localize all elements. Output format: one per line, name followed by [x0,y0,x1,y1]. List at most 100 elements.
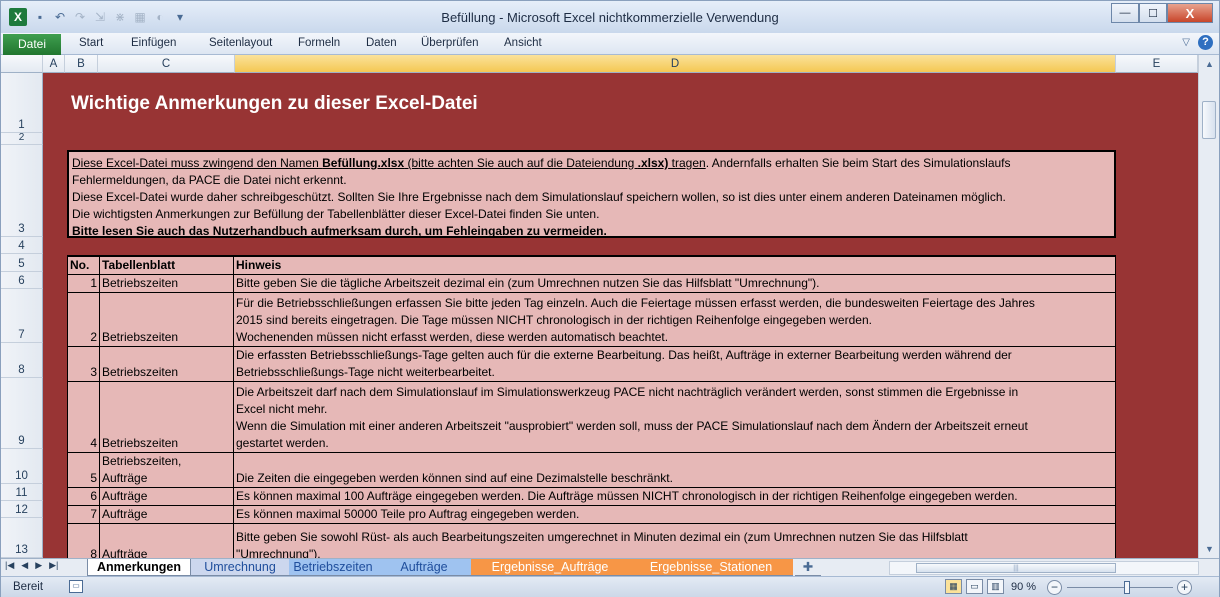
horizontal-scroll-thumb[interactable]: ||| [916,563,1116,573]
header-no[interactable]: No. [67,255,100,275]
select-all-corner[interactable] [1,55,43,73]
tab-einfuegen[interactable]: Einfügen [131,37,176,49]
maximize-button[interactable]: ☐ [1139,3,1167,23]
tab-seitenlayout[interactable]: Seitenlayout [209,37,272,49]
cell-sheet[interactable]: Betriebszeiten [99,292,234,347]
horizontal-scrollbar[interactable]: ||| [889,561,1199,575]
cell-hint[interactable]: Es können maximal 100 Aufträge eingegebe… [233,487,1116,506]
zoom-slider-track[interactable] [1067,587,1173,588]
cell-no[interactable]: 4 [67,381,100,453]
cell-hint[interactable]: Die erfassten Betriebsschließungs-Tage g… [233,346,1116,382]
cell-no[interactable]: 3 [67,346,100,382]
tab-ansicht[interactable]: Ansicht [504,37,542,49]
cell-no[interactable]: 1 [67,274,100,293]
row-header-5[interactable]: 5 [1,254,43,272]
tab-daten[interactable]: Daten [366,37,397,49]
sheet-tab-5[interactable]: Ergebnisse_Aufträge [471,559,629,576]
first-sheet-icon[interactable]: |◀ [5,560,14,571]
tab-start[interactable]: Start [79,37,103,49]
cell-sheet[interactable]: Betriebszeiten [99,381,234,453]
cell-hint[interactable]: Die Arbeitszeit darf nach dem Simulation… [233,381,1116,453]
sheet-tab-3[interactable]: Betriebszeiten [289,559,377,576]
ribbon-tabs: Datei Start Einfügen Seitenlayout Formel… [1,33,1219,55]
cell-hint[interactable]: Bitte geben Sie sowohl Rüst- als auch Be… [233,523,1116,558]
vertical-scrollbar[interactable]: ▲ ▼ [1198,55,1219,558]
column-header-a[interactable]: A [43,55,65,73]
row-header-4[interactable]: 4 [1,237,43,254]
table-row: 2 Betriebszeiten Für die Betriebsschließun… [67,292,1116,347]
cell-hint[interactable]: Bitte geben Sie die tägliche Arbeitszeit… [233,274,1116,293]
cell-hint-line: Die erfassten Betriebsschließungs-Tage g… [236,348,1012,362]
row-header-2[interactable]: 2 [1,132,43,145]
cell-no[interactable]: 6 [67,487,100,506]
minimize-button[interactable]: — [1111,3,1139,23]
column-header-c[interactable]: C [98,55,235,73]
cell-sheet-line: Betriebszeiten [102,436,179,450]
cell-hint[interactable]: Die Zeiten die eingegeben werden können … [233,452,1116,488]
cell-no[interactable]: 5 [67,452,100,488]
sheet-tab-4[interactable]: Aufträge [377,559,471,576]
row-header-13[interactable]: 13 [1,518,43,558]
cell-sheet[interactable]: Aufträge [99,487,234,506]
row-header-11[interactable]: 11 [1,484,43,501]
row-header-8[interactable]: 8 [1,343,43,378]
page-layout-view-icon[interactable]: ▭ [966,579,983,594]
row-header-10[interactable]: 10 [1,449,43,484]
sheet-tab-2[interactable]: Umrechnung [191,559,289,576]
cell-sheet[interactable]: Betriebszeiten [99,274,234,293]
header-hint[interactable]: Hinweis [233,255,1116,275]
close-button[interactable]: X [1167,3,1213,23]
zoom-out-icon[interactable]: − [1047,580,1062,595]
last-sheet-icon[interactable]: ▶| [49,560,58,571]
scroll-down-icon[interactable]: ▼ [1199,544,1219,554]
row-header-3[interactable]: 3 [1,145,43,237]
cell-hint[interactable]: Es können maximal 50000 Teile pro Auftra… [233,505,1116,524]
sheet-tab-1[interactable]: Anmerkungen [87,559,191,576]
cell-hint-line: Bitte geben Sie sowohl Rüst- als auch Be… [236,530,968,544]
cell-no[interactable]: 2 [67,292,100,347]
tab-formeln[interactable]: Formeln [298,37,340,49]
cell-sheet[interactable]: Betriebszeiten, Aufträge [99,452,234,488]
cell-sheet[interactable]: Aufträge [99,505,234,524]
minimize-ribbon-icon[interactable]: ▽ [1182,37,1190,48]
normal-view-icon[interactable]: ▦ [945,579,962,594]
column-header-b[interactable]: B [65,55,98,73]
cell-sheet[interactable]: Betriebszeiten [99,346,234,382]
sheet-area[interactable]: Wichtige Anmerkungen zu dieser Excel-Dat… [43,73,1198,558]
scroll-up-icon[interactable]: ▲ [1199,59,1219,69]
row-header-1[interactable]: 1 [1,73,43,133]
column-header-d[interactable]: D [235,55,1116,73]
cell-hint[interactable]: Für die Betriebsschließungen erfassen Si… [233,292,1116,347]
cell-hint-line: Betriebsschließungs-Tage nicht weiterbea… [236,365,495,379]
zoom-level[interactable]: 90 % [1011,581,1036,593]
file-tab[interactable]: Datei [3,34,61,55]
excel-window: X ▪ ↶ ↷ ⇲ ⋇ ▦ ◐ ▾ Befüllung - Microsoft … [0,0,1220,597]
table-row: 6 Aufträge Es können maximal 100 Aufträge … [67,487,1116,506]
help-icon[interactable]: ? [1198,35,1213,50]
column-header-e[interactable]: E [1116,55,1198,73]
row-header-6[interactable]: 6 [1,272,43,289]
prev-sheet-icon[interactable]: ◀ [21,560,28,571]
cell-sheet-line: Betriebszeiten [102,276,179,290]
cell-no[interactable]: 8 [67,523,100,558]
zoom-slider-thumb[interactable] [1124,581,1130,594]
macro-record-icon[interactable]: ▭ [69,580,83,593]
cell-sheet[interactable]: Aufträge [99,523,234,558]
table-row: 8 Aufträge Bitte geben Sie sowohl Rüst- al… [67,523,1116,558]
cell-hint-line: gestartet werden. [236,436,329,450]
header-sheet[interactable]: Tabellenblatt [99,255,234,275]
tab-ueberpruefen[interactable]: Überprüfen [421,37,479,49]
cell-hint-line: 2015 sind bereits eingetragen. Die Tage … [236,313,872,327]
cell-hint-line: Es können maximal 50000 Teile pro Auftra… [236,507,580,521]
cell-no[interactable]: 7 [67,505,100,524]
page-break-view-icon[interactable]: ▥ [987,579,1004,594]
row-header-7[interactable]: 7 [1,289,43,343]
zoom-in-icon[interactable]: + [1177,580,1192,595]
sheet-tab-6[interactable]: Ergebnisse_Stationen [629,559,793,576]
next-sheet-icon[interactable]: ▶ [35,560,42,571]
row-header-9[interactable]: 9 [1,378,43,449]
cell-sheet-line: Aufträge [102,471,148,485]
insert-sheet-icon[interactable]: ✚ [795,559,821,576]
vertical-scroll-thumb[interactable] [1202,101,1216,139]
row-header-12[interactable]: 12 [1,501,43,518]
